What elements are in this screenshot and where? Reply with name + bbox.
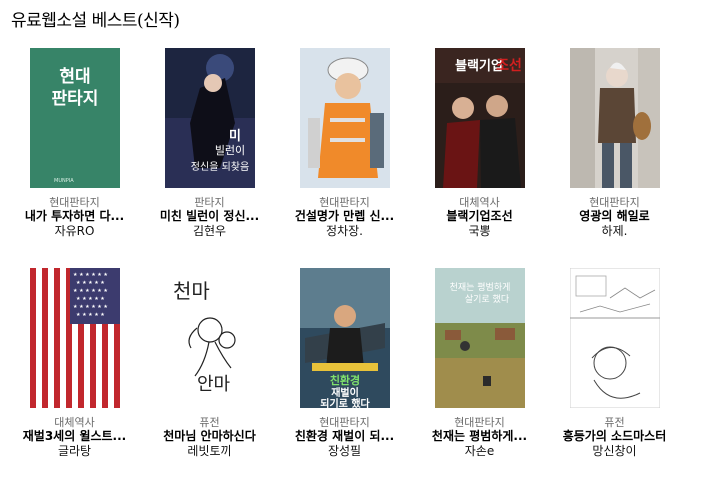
book-cover[interactable]: 천재는 평범하게 살기로 했다 (434, 268, 525, 408)
svg-text:조선: 조선 (496, 58, 522, 74)
book-card[interactable]: 현대 판타지 MUNPIA 현대판타지 내가 투자하면 다... 자유RO (7, 48, 142, 238)
book-title[interactable]: 미친 빌런이 정신... (142, 209, 277, 224)
book-title[interactable]: 재벌3세의 윌스트... (7, 429, 142, 444)
book-title[interactable]: 건설명가 만렙 신... (277, 209, 412, 224)
book-author: 정차장. (326, 224, 363, 238)
svg-text:★ ★ ★ ★ ★ ★: ★ ★ ★ ★ ★ ★ (73, 304, 108, 310)
book-cover[interactable] (299, 48, 390, 188)
book-author: 하제. (601, 224, 628, 238)
book-card[interactable]: 천마 안마 퓨전 천마님 안마하신다 레빗토끼 (142, 268, 277, 458)
svg-text:미: 미 (229, 128, 241, 144)
book-title[interactable]: 천재는 평범하게... (412, 429, 547, 444)
book-genre: 현대판타지 (49, 196, 100, 209)
svg-text:정신을 되찾음: 정신을 되찾음 (190, 161, 248, 173)
book-genre: 퓨전 (199, 416, 220, 429)
book-author: 망신창이 (592, 444, 637, 458)
book-card[interactable]: 미 빌런이 정신을 되찾음 판타지 미친 빌런이 정신... 김현우 (142, 48, 277, 238)
book-author: 김현우 (192, 224, 227, 238)
svg-text:빌런이: 빌런이 (214, 144, 244, 157)
svg-text:★ ★ ★ ★ ★ ★: ★ ★ ★ ★ ★ ★ (73, 272, 108, 278)
book-genre: 대체역사 (459, 196, 500, 209)
book-card[interactable]: 천재는 평범하게 살기로 했다 현대판타지 천재는 평범하게... 자손e (412, 268, 547, 458)
book-card[interactable]: 퓨전 흥등가의 소드마스터 망신창이 (547, 268, 682, 458)
book-card[interactable]: 친환경 재벌이 되기로 했다 현대판타지 친환경 재벌이 되... 장성필 (277, 268, 412, 458)
book-grid: 현대 판타지 MUNPIA 현대판타지 내가 투자하면 다... 자유RO 미 … (0, 0, 707, 491)
svg-text:되기로 했다: 되기로 했다 (320, 397, 370, 408)
book-cover[interactable]: 친환경 재벌이 되기로 했다 (299, 268, 390, 408)
book-genre: 현대판타지 (319, 196, 370, 209)
svg-text:★ ★ ★ ★ ★: ★ ★ ★ ★ ★ (76, 296, 105, 302)
book-title[interactable]: 흥등가의 소드마스터 (547, 429, 682, 444)
book-author: 국뽕 (468, 224, 491, 238)
book-title[interactable]: 내가 투자하면 다... (7, 209, 142, 224)
book-card[interactable]: 블랙기업 조선 대체역사 블랙기업조선 국뽕 (412, 48, 547, 238)
book-card[interactable]: 현대판타지 건설명가 만렙 신... 정차장. (277, 48, 412, 238)
book-title[interactable]: 블랙기업조선 (412, 209, 547, 224)
svg-text:천마: 천마 (173, 279, 210, 303)
book-author: 자손e (464, 444, 495, 458)
book-author: 글라탕 (57, 444, 92, 458)
svg-text:MUNPIA: MUNPIA (54, 178, 74, 184)
book-title[interactable]: 영광의 해일로 (547, 209, 682, 224)
book-cover[interactable]: 미 빌런이 정신을 되찾음 (164, 48, 255, 188)
book-genre: 대체역사 (54, 416, 95, 429)
svg-text:현대: 현대 (59, 67, 90, 87)
book-author: 레빗토끼 (187, 444, 232, 458)
book-card[interactable]: ★ ★ ★ ★ ★ ★ ★ ★ ★ ★ ★ ★ ★ ★ ★ ★ ★ ★ ★ ★ … (7, 268, 142, 458)
svg-text:★ ★ ★ ★ ★: ★ ★ ★ ★ ★ (76, 280, 105, 286)
book-cover[interactable] (569, 268, 660, 408)
book-cover[interactable]: 천마 안마 (164, 268, 255, 408)
book-genre: 퓨전 (604, 416, 625, 429)
book-genre: 현대판타지 (319, 416, 370, 429)
book-cover[interactable]: 현대 판타지 MUNPIA (29, 48, 120, 188)
svg-text:천재는 평범하게: 천재는 평범하게 (449, 282, 510, 293)
book-cover[interactable]: ★ ★ ★ ★ ★ ★ ★ ★ ★ ★ ★ ★ ★ ★ ★ ★ ★ ★ ★ ★ … (29, 268, 120, 408)
book-title[interactable]: 친환경 재벌이 되... (277, 429, 412, 444)
book-author: 자유RO (54, 224, 95, 238)
book-genre: 현대판타지 (589, 196, 640, 209)
book-card[interactable]: 현대판타지 영광의 해일로 하제. (547, 48, 682, 238)
svg-text:판타지: 판타지 (51, 89, 98, 109)
svg-text:★ ★ ★ ★ ★ ★: ★ ★ ★ ★ ★ ★ (73, 288, 108, 294)
svg-text:친환경: 친환경 (329, 373, 359, 387)
book-genre: 판타지 (194, 196, 225, 209)
book-title[interactable]: 천마님 안마하신다 (142, 429, 277, 444)
svg-text:안마: 안마 (197, 374, 231, 395)
svg-text:살기로 했다: 살기로 했다 (464, 293, 509, 305)
book-cover[interactable]: 블랙기업 조선 (434, 48, 525, 188)
book-genre: 현대판타지 (454, 416, 505, 429)
book-cover[interactable] (569, 48, 660, 188)
svg-text:재벌이: 재벌이 (331, 386, 359, 399)
svg-text:★ ★ ★ ★ ★: ★ ★ ★ ★ ★ (76, 312, 105, 318)
book-author: 장성필 (327, 444, 362, 458)
